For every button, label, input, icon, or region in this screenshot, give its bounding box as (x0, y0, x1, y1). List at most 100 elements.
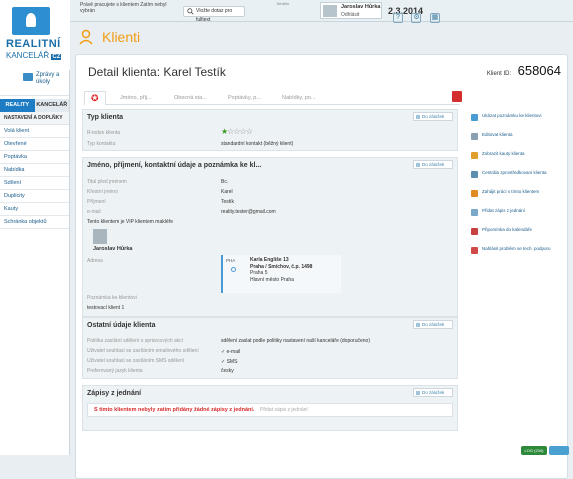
question-icon[interactable]: ? (393, 13, 403, 23)
field-label: Adresa (87, 258, 103, 264)
section-heading: Jméno, příjmení, kontaktní údaje a pozná… (87, 162, 262, 169)
field-label: Preferovaný jazyk klienta (87, 368, 143, 374)
fulltext-search-input[interactable]: Vložte dotaz pro fulltext (183, 6, 245, 23)
user-box[interactable]: Jaroslav Hůrka Odhlásit (320, 2, 382, 19)
news-and-tasks[interactable]: Zprávy a úkoly (0, 70, 69, 96)
search-placeholder: Vložte dotaz pro fulltext (196, 8, 233, 23)
mail-icon (23, 73, 33, 81)
field-label: e-mail (87, 209, 101, 215)
field-value: česky (221, 368, 234, 374)
sidebar: Zprávy a úkoly REALITY KANCELÁŘ NASTAVEN… (0, 70, 70, 455)
star-off: ☆☆☆☆ (227, 127, 253, 136)
settings-icon[interactable]: ⚙ (411, 13, 422, 23)
address-lines: Karla Engliše 13 Praha / Smíchov, č.p. 1… (250, 257, 312, 283)
tab-reality[interactable]: REALITY (0, 99, 35, 112)
address-line: Hlavní město Praha (250, 276, 294, 283)
tab-kancelar[interactable]: KANCELÁŘ (34, 99, 69, 112)
field-value: standardní kontakt (běžný klient) (221, 141, 294, 147)
field-label: Uživatel souhlasí se zasíláním SMS sděle… (87, 358, 184, 364)
field-value: Testík (221, 199, 235, 205)
logo[interactable]: REALITNÍ KANCELÁŘ CZ (0, 0, 70, 70)
people-icon (471, 171, 478, 178)
active-client-notice: Právě pracujete s klientem Zatím nebyl v… (80, 2, 167, 14)
sidebar-item-nabidka[interactable]: Nabídka (0, 164, 69, 177)
address-box[interactable]: PHA Karla Engliše 13 Praha / Smíchov, č.… (221, 255, 341, 293)
gear-icon (471, 190, 478, 197)
section-jmeno: Jméno, příjmení, kontaktní údaje a pozná… (82, 157, 458, 317)
section-typ-klienta: Typ klienta Do záložek R-index klienta ★… (82, 109, 458, 151)
sidebar-item-kauty[interactable]: Kauty (0, 203, 69, 216)
section-zapisy: Zápisy z jednání Do záložek S tímto klie… (82, 385, 458, 431)
main-content: Klienti Detail klienta: Karel Testík Kli… (73, 28, 573, 479)
rating-stars[interactable]: ★☆☆☆☆ (221, 127, 253, 136)
action-reminder[interactable]: Připomínka do kalendáře (468, 227, 566, 240)
toolbar-icons: ? ⚙ ▦ (393, 6, 444, 24)
client-id-value: 658064 (517, 63, 561, 78)
client-detail-card: Detail klienta: Karel Testík Klient ID: … (75, 54, 568, 479)
logo-text-1: REALITNÍ (6, 38, 61, 50)
tab-obecna[interactable]: Obecná sta... (168, 91, 207, 105)
field-label: R-index klienta (87, 130, 121, 136)
field-value: Bc. (221, 179, 229, 185)
add-note-link[interactable]: Přidat zápis z jednání (260, 407, 308, 413)
field-label: Politika zasílání sdělení o správcových … (87, 338, 184, 344)
field-label: Titul před jménem (87, 179, 127, 185)
bookmark-button[interactable]: Do záložek (413, 388, 453, 397)
avatar (323, 5, 337, 17)
star-icon: ✪ (91, 93, 99, 103)
tab-nabidky[interactable]: Nabídky, po... (276, 91, 316, 105)
logout-link[interactable]: Odhlásit (341, 12, 359, 18)
action-add-note[interactable]: Přidat zápis z jednání (468, 208, 566, 221)
action-start-work[interactable]: Zahájit práci s tímto klientem (468, 189, 566, 202)
grid-icon[interactable]: ▦ (429, 13, 440, 23)
field-value: Karel (221, 189, 233, 195)
action-list: Ukázat poznámku ke klientovi Editovat kl… (468, 113, 566, 265)
action-report-problem[interactable]: Nahlásit problém se tech. podporu (468, 246, 566, 259)
tab-poptavky[interactable]: Poptávky, p... (222, 91, 261, 105)
news-label: Zprávy a úkoly (36, 72, 60, 85)
sidebar-section-settings[interactable]: NASTAVENÍ A DOPLŇKY (0, 112, 69, 125)
action-edit-client[interactable]: Editovat klienta (468, 132, 566, 145)
map-pin-icon (231, 267, 236, 272)
alert-icon (471, 247, 478, 254)
bookmark-button[interactable]: Do záložek (413, 160, 453, 169)
sidebar-item-poptavka[interactable]: Poptávka (0, 151, 69, 164)
sidebar-item-vola-klient[interactable]: Volá klient (0, 125, 69, 138)
vip-text: Tento klientem je VIP klientem makléře (87, 219, 174, 225)
tab-favorites[interactable]: ✪ (84, 91, 106, 105)
note-value: testovací klient 1 (87, 305, 125, 311)
section-heading: Ostatní údaje klienta (87, 322, 156, 329)
detail-tabs: ✪ Jméno, příj... Obecná sta... Poptávky,… (84, 89, 460, 105)
bookmark-button[interactable]: Do záložek (413, 320, 453, 329)
vip-agent-name: Jaroslav Hůrka (93, 246, 133, 252)
field-label: Poznámka ke klientovi (87, 295, 137, 301)
action-show-kauty[interactable]: Zobrazit kauty klienta (468, 151, 566, 164)
pdf-icon[interactable] (452, 91, 462, 102)
sidebar-item-schranka[interactable]: Schránka objektů (0, 216, 69, 229)
log-badge[interactable]: LOG (234) (521, 446, 547, 455)
vip-agent[interactable]: Jaroslav Hůrka (93, 229, 143, 253)
action-centrala[interactable]: Centrála zprostředkovaní klienta (468, 170, 566, 183)
calendar-icon (471, 228, 478, 235)
action-show-note[interactable]: Ukázat poznámku ke klientovi (468, 113, 566, 126)
weekday-label: Neděle (276, 1, 290, 6)
sidebar-item-sdileni[interactable]: Sdílení (0, 177, 69, 190)
sidebar-item-duplicity[interactable]: Duplicity (0, 190, 69, 203)
date-display: Neděle 2.3.2014 (250, 1, 423, 20)
section-heading: Zápisy z jednání (87, 390, 142, 397)
empty-notes-warning: S tímto klientem nebyly zatím přidány žá… (94, 407, 255, 413)
field-value: sdělení zaslat podle politiky nastavení … (221, 338, 370, 344)
folder-icon (471, 152, 478, 159)
avatar (93, 229, 107, 244)
sidebar-item-otevrene[interactable]: Otevřené (0, 138, 69, 151)
field-value: reality.tester@gmail.com (221, 209, 276, 215)
tab-jmeno[interactable]: Jméno, příj... (114, 91, 152, 105)
email-checkbox[interactable]: e-mail (221, 349, 241, 355)
sms-checkbox[interactable]: SMS (221, 359, 238, 365)
status-indicator[interactable] (549, 446, 569, 455)
client-id: Klient ID: 658064 (487, 62, 561, 80)
user-name: Jaroslav Hůrka (341, 4, 381, 10)
detail-title: Detail klienta: Karel Testík (88, 65, 226, 79)
client-id-label: Klient ID: (486, 71, 512, 77)
bookmark-button[interactable]: Do záložek (413, 112, 453, 121)
